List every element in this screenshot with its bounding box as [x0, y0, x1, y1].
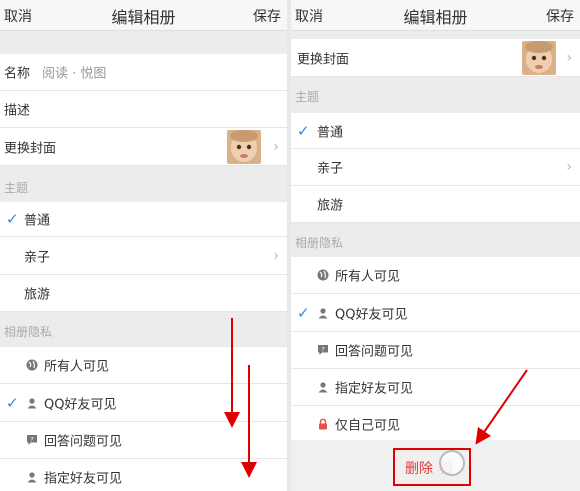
- privacy-label: QQ好友可见: [44, 397, 117, 412]
- chevron-right-icon: ›: [273, 138, 279, 155]
- check-icon: ✓: [297, 121, 310, 140]
- change-cover-row[interactable]: 更换封面 ›: [0, 128, 287, 166]
- question-icon: ?: [27, 435, 37, 445]
- chevron-right-icon: ›: [566, 49, 572, 66]
- cover-thumbnail: [522, 40, 556, 75]
- privacy-option-only-me[interactable]: 仅自己可见: [291, 406, 580, 443]
- save-button[interactable]: 保存: [253, 6, 281, 26]
- description-label: 描述: [4, 103, 31, 119]
- section-gap: [291, 31, 580, 39]
- privacy-label: 回答问题可见: [44, 434, 123, 450]
- change-cover-label: 更换封面: [297, 52, 350, 67]
- theme-section-title: 主题: [0, 166, 287, 202]
- theme-label: 旅游: [317, 198, 344, 214]
- privacy-label: 指定好友可见: [335, 381, 414, 397]
- lock-icon: [319, 418, 327, 430]
- edit-album-panel-right: 取消 编辑相册 保存 更换封面 › 主题 ✓ 普通 亲子 › 旅游 相册隐私 所…: [291, 0, 580, 491]
- privacy-option-answer-question[interactable]: ? 回答问题可见: [291, 332, 580, 369]
- privacy-option-everyone[interactable]: 所有人可见: [291, 257, 580, 294]
- description-field[interactable]: 描述: [0, 91, 287, 128]
- privacy-option-specific-friends[interactable]: 指定好友可见: [0, 459, 287, 491]
- check-icon: ✓: [297, 303, 310, 322]
- check-icon: ✓: [6, 393, 19, 412]
- privacy-label: 回答问题可见: [335, 344, 414, 360]
- cover-thumbnail: [227, 129, 261, 164]
- user-icon: [318, 382, 328, 393]
- edit-album-panel-left: 取消 编辑相册 保存 名称 阅读 · 悦图 描述 更换封面 › 主题 ✓ 普通 亲…: [0, 0, 287, 491]
- theme-option-travel[interactable]: 旅游: [291, 186, 580, 223]
- privacy-option-qq-friends[interactable]: ✓ QQ好友可见: [291, 294, 580, 332]
- touch-indicator-icon: [439, 450, 465, 476]
- theme-label: 亲子: [317, 161, 344, 177]
- album-name-field[interactable]: 名称 阅读 · 悦图: [0, 54, 287, 91]
- privacy-label: 所有人可见: [44, 359, 110, 375]
- theme-label: 普通: [24, 213, 51, 229]
- page-title: 编辑相册: [403, 8, 468, 27]
- globe-icon: [26, 359, 38, 371]
- theme-option-normal[interactable]: ✓ 普通: [291, 113, 580, 149]
- chevron-right-icon: ›: [566, 159, 572, 175]
- privacy-label: 所有人可见: [335, 269, 401, 285]
- theme-label: 普通: [317, 125, 344, 140]
- question-icon: ?: [318, 345, 328, 355]
- section-gap: [0, 31, 287, 54]
- delete-album-bar: 删除 相: [291, 440, 580, 491]
- privacy-section-title: 相册隐私: [0, 312, 287, 347]
- theme-option-family[interactable]: 亲子 ›: [291, 149, 580, 186]
- chevron-right-icon: ›: [273, 247, 279, 264]
- privacy-label: 指定好友可见: [44, 471, 123, 487]
- page-title: 编辑相册: [111, 8, 176, 27]
- theme-label: 亲子: [24, 250, 51, 265]
- name-value: 阅读 · 悦图: [42, 66, 107, 82]
- delete-label: 删除: [405, 461, 433, 477]
- privacy-section-title: 相册隐私: [291, 223, 580, 257]
- svg-text:?: ?: [30, 435, 33, 443]
- theme-option-travel[interactable]: 旅游: [0, 275, 287, 312]
- top-bar: 取消 编辑相册 保存: [291, 0, 580, 31]
- user-icon: [27, 472, 37, 483]
- name-label: 名称: [4, 66, 31, 82]
- theme-section-title: 主题: [291, 77, 580, 113]
- privacy-option-qq-friends[interactable]: ✓ QQ好友可见: [0, 384, 287, 422]
- user-icon: [27, 397, 37, 408]
- change-cover-label: 更换封面: [4, 141, 57, 156]
- privacy-option-everyone[interactable]: 所有人可见: [0, 347, 287, 384]
- change-cover-row[interactable]: 更换封面 ›: [291, 39, 580, 77]
- svg-text:?: ?: [321, 345, 324, 353]
- privacy-label: 仅自己可见: [335, 418, 401, 434]
- globe-icon: [317, 269, 329, 281]
- check-icon: ✓: [6, 210, 19, 228]
- theme-option-family[interactable]: 亲子 ›: [0, 237, 287, 275]
- privacy-label: QQ好友可见: [335, 307, 408, 322]
- top-bar: 取消 编辑相册 保存: [0, 0, 287, 31]
- save-button[interactable]: 保存: [546, 6, 574, 26]
- privacy-option-answer-question[interactable]: ? 回答问题可见: [0, 422, 287, 459]
- theme-option-normal[interactable]: ✓ 普通: [0, 202, 287, 237]
- theme-label: 旅游: [24, 287, 51, 303]
- privacy-option-specific-friends[interactable]: 指定好友可见: [291, 369, 580, 406]
- user-icon: [318, 307, 328, 318]
